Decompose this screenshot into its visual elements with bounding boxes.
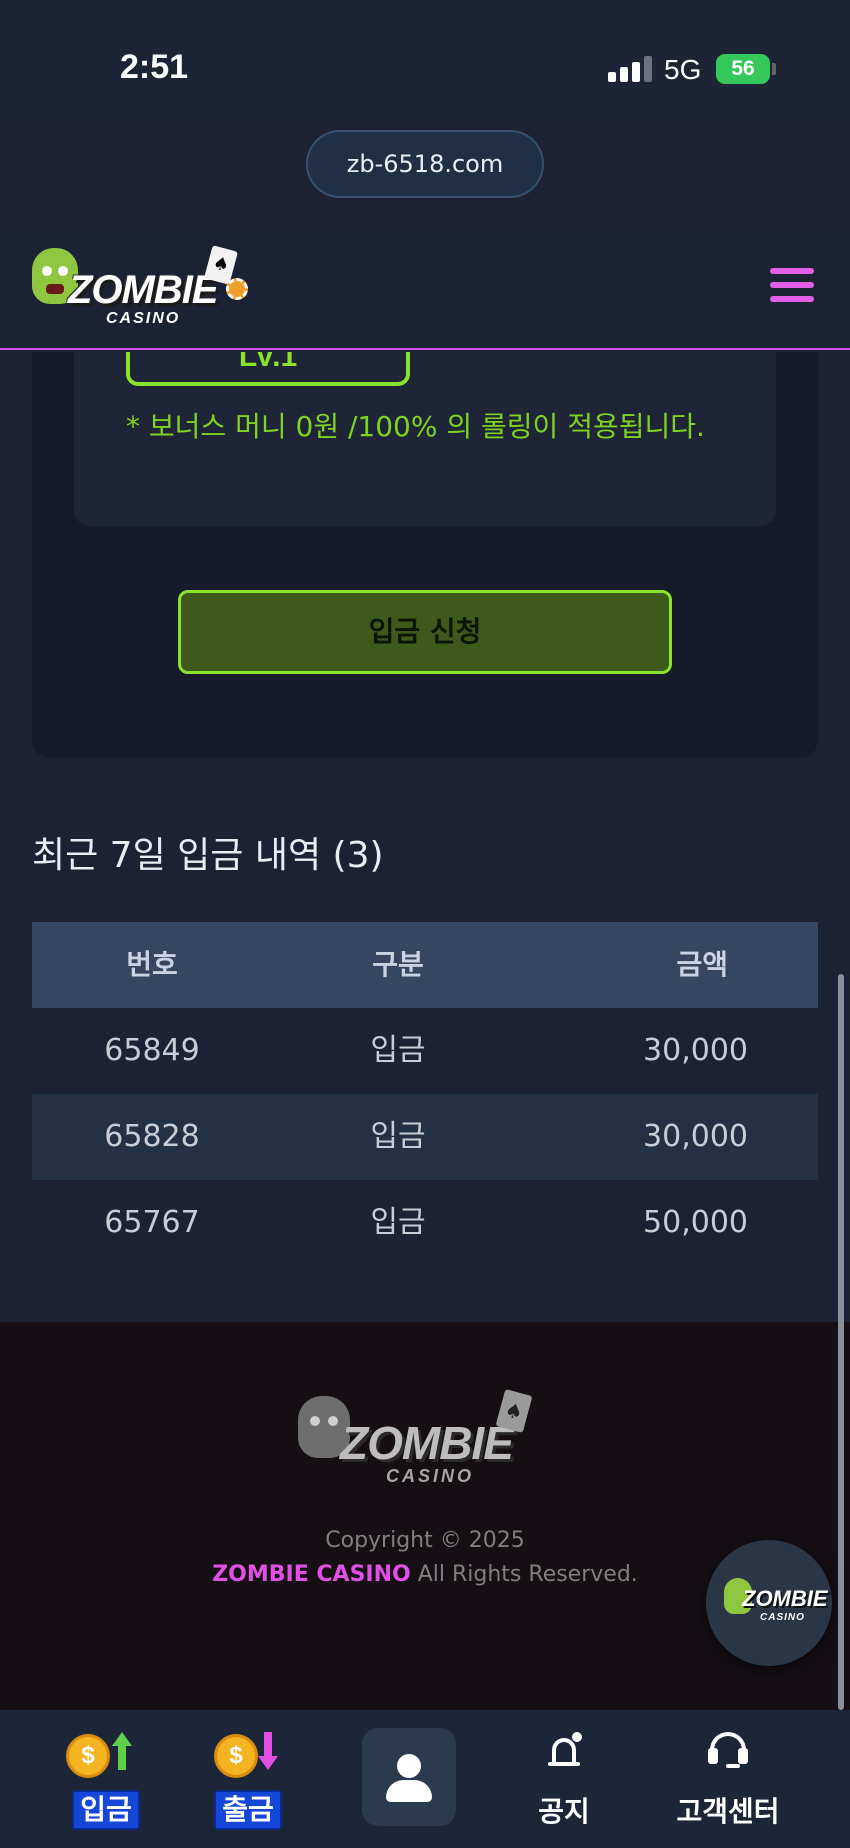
status-bar: 2:51 5G 56 zb-6518.com	[0, 0, 850, 198]
cell-number: 65767	[104, 1205, 200, 1240]
cell-type: 입금	[370, 1033, 426, 1068]
table-header: 번호 구분 금액	[32, 922, 818, 1008]
site-footer: ZOMBIE CASINO ♠ Copyright © 2025 ZOMBIE …	[0, 1322, 850, 1710]
nav-support[interactable]: 고객센터	[656, 1710, 800, 1848]
person-icon	[397, 1754, 421, 1778]
bonus-note: * 보너스 머니 0원 /100% 의 롤링이 적용됩니다.	[126, 410, 705, 443]
deposit-card: LV.1 * 보너스 머니 0원 /100% 의 롤링이 적용됩니다. 입금 신…	[32, 352, 818, 758]
column-header-amount: 금액	[676, 948, 728, 981]
nav-withdraw[interactable]: $ 출금	[196, 1710, 300, 1848]
coin-icon: $	[214, 1734, 258, 1778]
battery-tip	[772, 63, 776, 75]
hamburger-menu-icon[interactable]	[770, 268, 814, 302]
battery-icon: 56	[716, 54, 770, 84]
network-label: 5G	[664, 54, 702, 85]
footer-logo: ZOMBIE CASINO ♠	[294, 1386, 556, 1492]
column-header-type: 구분	[372, 948, 424, 981]
deposit-history-table: 번호 구분 금액 65849 입금 30,000 65828 입금 30,000…	[32, 922, 818, 1266]
nav-notice[interactable]: 공지	[516, 1710, 612, 1848]
table-row: 65767 입금 50,000	[32, 1180, 818, 1266]
bell-icon	[548, 1732, 582, 1768]
logo-text-sub: CASINO	[106, 310, 181, 327]
my-page-button[interactable]	[362, 1728, 456, 1826]
playing-card-icon: ♠	[495, 1389, 533, 1433]
signal-icon	[608, 56, 652, 82]
footer-brand: ZOMBIE CASINO	[212, 1562, 411, 1587]
nav-label-deposit: 입금	[72, 1790, 140, 1830]
site-logo[interactable]: ZOMBIE CASINO ♠	[28, 242, 248, 332]
cell-type: 입금	[370, 1119, 426, 1154]
arrow-up-stem	[118, 1746, 126, 1770]
cell-amount: 30,000	[643, 1033, 748, 1068]
bottom-nav: $ 입금 $ 출금 공지 고객센터	[0, 1710, 850, 1848]
person-icon-body	[386, 1780, 432, 1802]
cell-amount: 50,000	[643, 1205, 748, 1240]
table-row: 65828 입금 30,000	[32, 1094, 818, 1180]
cell-amount: 30,000	[643, 1119, 748, 1154]
nav-deposit[interactable]: $ 입금	[54, 1710, 158, 1848]
float-logo-text-sub: CASINO	[760, 1612, 805, 1623]
nav-label-notice: 공지	[538, 1795, 590, 1828]
deposit-request-button[interactable]: 입금 신청	[178, 590, 672, 674]
footer-logo-text-sub: CASINO	[386, 1466, 475, 1486]
nav-label-support: 고객센터	[676, 1795, 780, 1828]
floating-logo-button[interactable]: ZOMBIE CASINO	[706, 1540, 832, 1666]
table-row: 65849 입금 30,000	[32, 1008, 818, 1094]
level-info-box: LV.1 * 보너스 머니 0원 /100% 의 롤링이 적용됩니다.	[74, 352, 776, 526]
scrollbar[interactable]	[838, 974, 844, 1710]
headset-icon	[708, 1730, 748, 1770]
cell-type: 입금	[370, 1205, 426, 1240]
url-bar[interactable]: zb-6518.com	[306, 130, 544, 198]
history-title: 최근 7일 입금 내역 (3)	[32, 835, 384, 876]
footer-logo-text-main: ZOMBIE	[340, 1417, 514, 1469]
column-header-number: 번호	[126, 948, 178, 981]
level-badge: LV.1	[126, 352, 410, 386]
cell-number: 65828	[104, 1119, 200, 1154]
arrow-down-stem	[264, 1732, 272, 1756]
arrow-up-icon	[112, 1732, 132, 1746]
logo-text-main: ZOMBIE	[68, 268, 219, 312]
nav-label-withdraw: 출금	[214, 1790, 282, 1830]
coin-icon: $	[66, 1734, 110, 1778]
casino-chip-icon	[226, 278, 248, 300]
rights-text: All Rights Reserved.	[417, 1562, 638, 1587]
float-logo-text-main: ZOMBIE	[742, 1586, 828, 1611]
cell-number: 65849	[104, 1033, 200, 1068]
status-time: 2:51	[120, 48, 189, 86]
site-header: ZOMBIE CASINO ♠	[0, 230, 850, 350]
arrow-down-icon	[258, 1756, 278, 1770]
copyright-text: Copyright © 2025	[325, 1528, 525, 1553]
